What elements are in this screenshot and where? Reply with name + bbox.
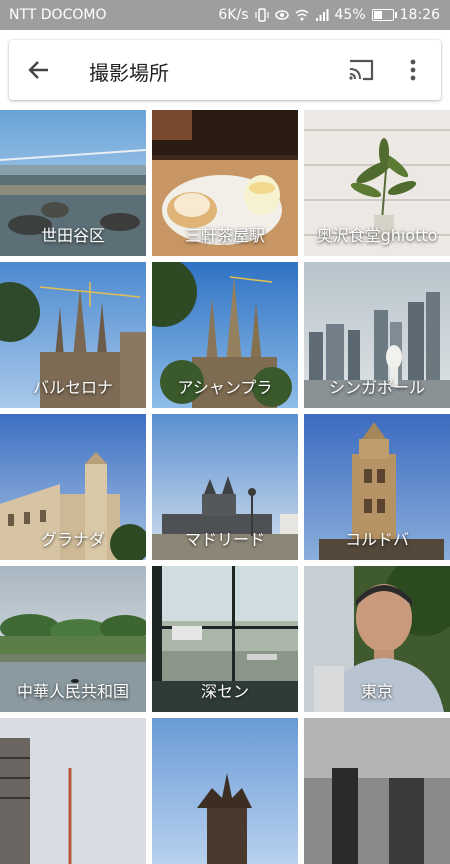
place-label: 三軒茶屋駅 bbox=[184, 226, 265, 245]
vibrate-icon bbox=[254, 8, 269, 22]
place-tile[interactable] bbox=[152, 718, 298, 864]
place-label: 奥沢食堂ghiotto bbox=[316, 226, 438, 245]
status-indicators: 6K/s 45% 18:26 bbox=[218, 7, 440, 23]
place-tile[interactable]: 東京 bbox=[304, 566, 450, 712]
place-photo bbox=[0, 718, 146, 864]
place-label: グラナダ bbox=[40, 530, 105, 549]
place-tile[interactable]: シンガポール bbox=[304, 262, 450, 408]
place-tile[interactable]: グラナダ bbox=[0, 414, 146, 560]
place-label: マドリード bbox=[184, 530, 265, 549]
signal-icon bbox=[315, 9, 329, 21]
place-tile[interactable]: マドリード bbox=[152, 414, 298, 560]
more-vert-icon[interactable] bbox=[405, 56, 421, 84]
place-label: 深セン bbox=[200, 682, 249, 701]
network-speed: 6K/s bbox=[218, 7, 249, 23]
place-label: アシャンプラ bbox=[177, 378, 273, 397]
clock: 18:26 bbox=[399, 7, 440, 23]
place-tile[interactable]: 深セン bbox=[152, 566, 298, 712]
place-tile[interactable]: 中華人民共和国 bbox=[0, 566, 146, 712]
place-photo bbox=[304, 718, 450, 864]
place-photo bbox=[152, 718, 298, 864]
status-bar: NTT DOCOMO 6K/s 45% 18:26 bbox=[0, 0, 450, 30]
cast-icon[interactable] bbox=[347, 57, 375, 83]
place-label: 中華人民共和国 bbox=[16, 682, 129, 701]
place-tile[interactable] bbox=[0, 718, 146, 864]
place-tile[interactable]: アシャンプラ bbox=[152, 262, 298, 408]
place-tile[interactable]: 奥沢食堂ghiotto bbox=[304, 110, 450, 256]
place-tile[interactable]: バルセロナ bbox=[0, 262, 146, 408]
place-tile[interactable] bbox=[304, 718, 450, 864]
eye-icon bbox=[274, 10, 289, 20]
wifi-icon bbox=[295, 9, 308, 21]
place-label: バルセロナ bbox=[32, 378, 113, 397]
place-tile[interactable]: 世田谷区 bbox=[0, 110, 146, 256]
place-tile[interactable]: 三軒茶屋駅 bbox=[152, 110, 298, 256]
place-label: 世田谷区 bbox=[40, 226, 105, 245]
page-title: 撮影場所 bbox=[89, 61, 169, 85]
header-card: 撮影場所 bbox=[9, 40, 441, 100]
place-label: 東京 bbox=[360, 682, 393, 701]
carrier-name: NTT DOCOMO bbox=[9, 7, 107, 23]
place-tile[interactable]: コルドバ bbox=[304, 414, 450, 560]
battery-icon bbox=[371, 9, 397, 21]
place-label: コルドバ bbox=[344, 530, 409, 549]
arrow-back-icon[interactable] bbox=[25, 56, 53, 84]
battery-percent: 45% bbox=[334, 7, 366, 23]
place-label: シンガポール bbox=[328, 378, 425, 397]
